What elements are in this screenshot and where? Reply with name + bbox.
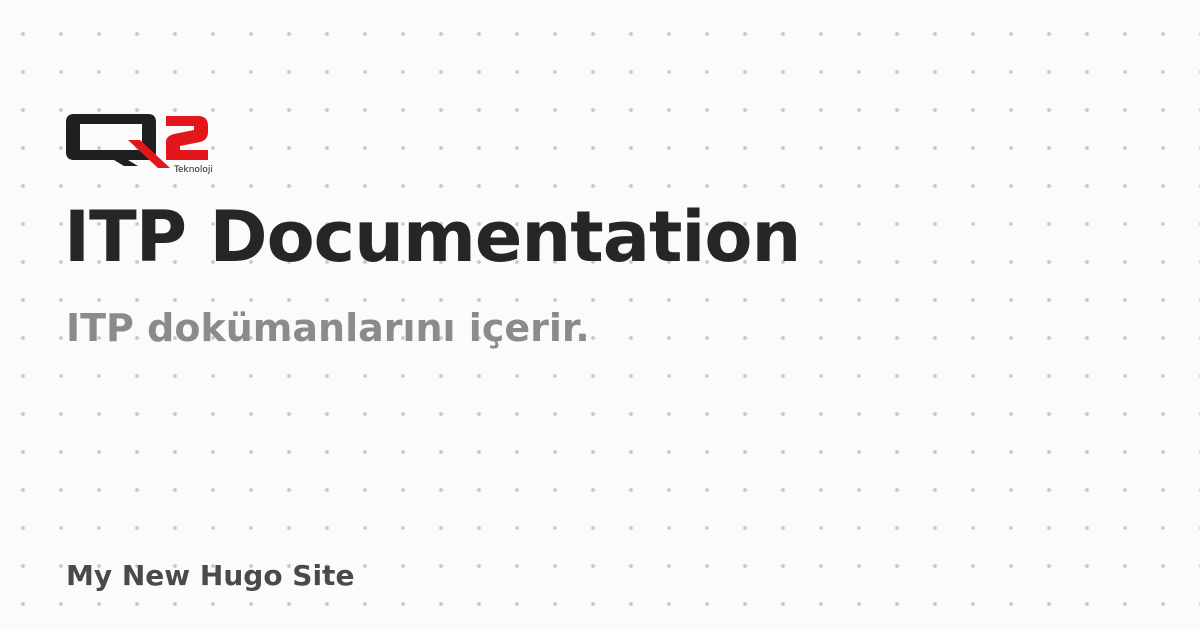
page-subtitle: ITP dokümanlarını içerir. bbox=[66, 306, 590, 350]
logo-tagline: Teknoloji bbox=[173, 165, 213, 174]
q2-teknoloji-logo-icon: Teknoloji bbox=[64, 110, 216, 174]
site-name: My New Hugo Site bbox=[66, 559, 355, 592]
page-title: ITP Documentation bbox=[64, 196, 801, 278]
social-preview-card: Teknoloji ITP Documentation ITP dokümanl… bbox=[0, 0, 1200, 630]
